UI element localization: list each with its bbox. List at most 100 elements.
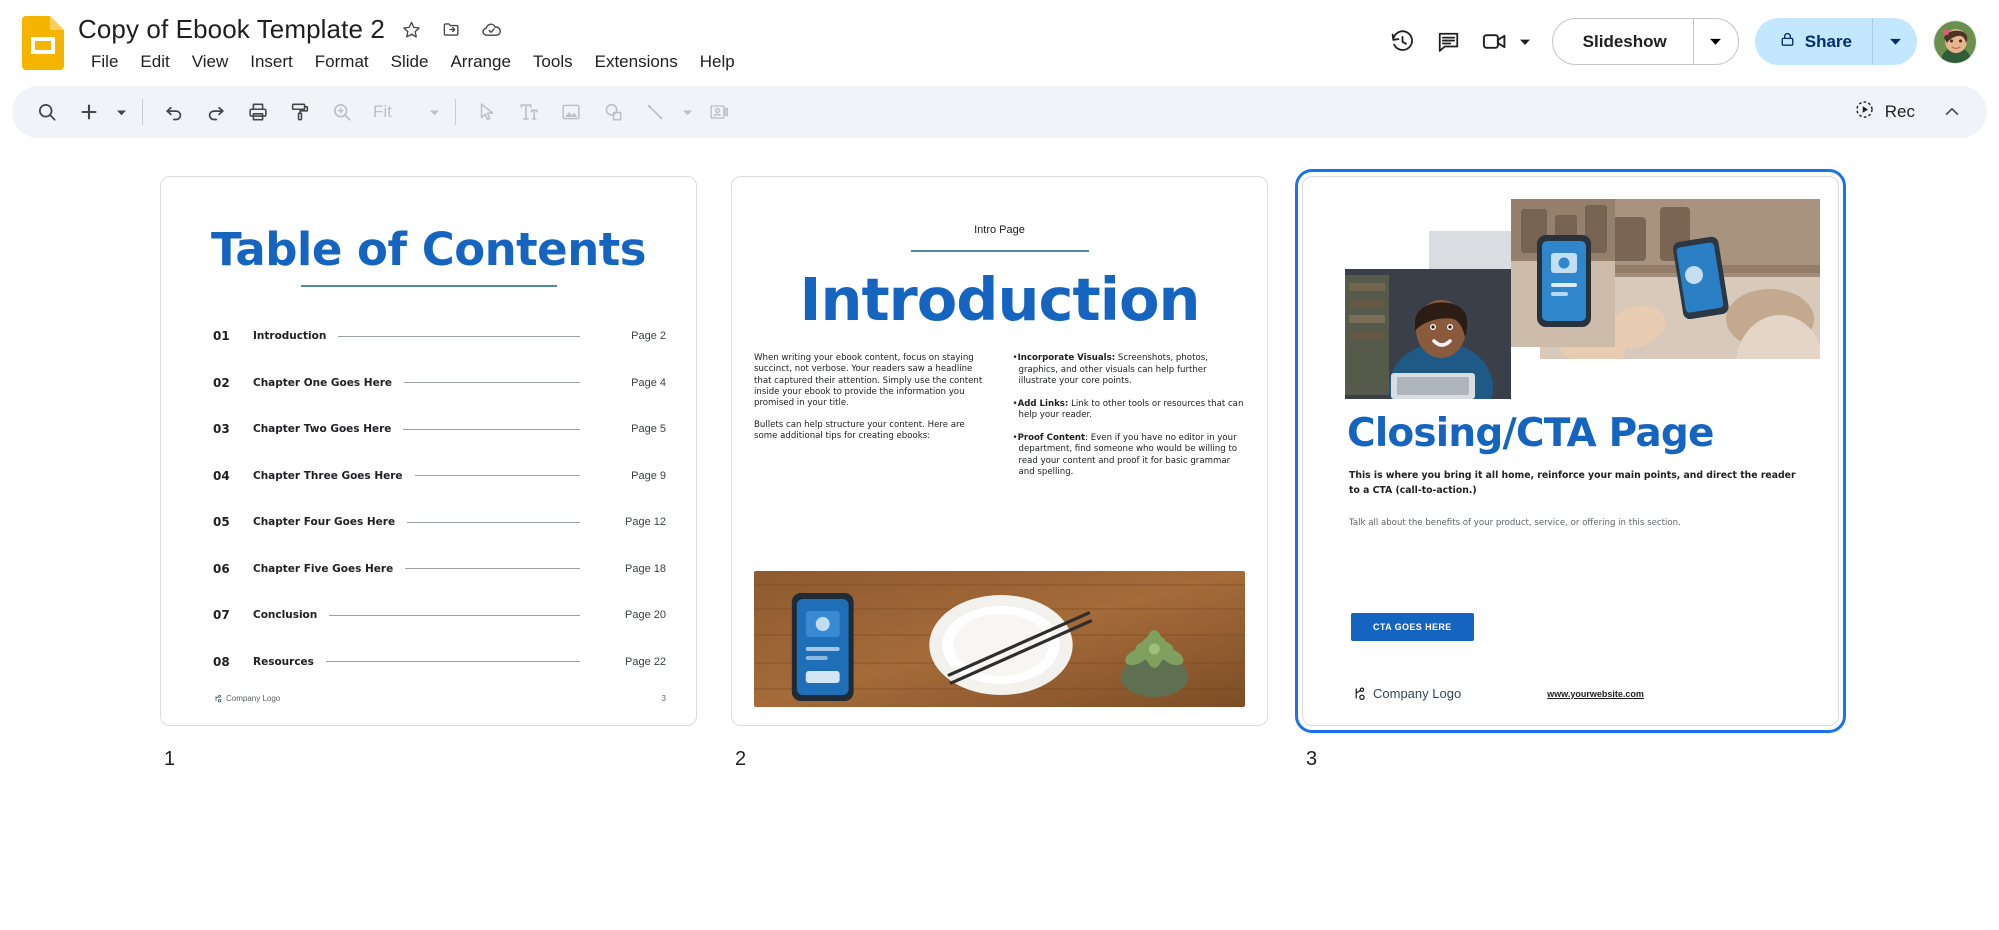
slide-3-body: Talk all about the benefits of your prod… — [1349, 518, 1681, 528]
slide-2-bullet-lead: Proof Content — [1017, 432, 1086, 443]
line-caret-icon[interactable] — [676, 91, 698, 133]
toc-page: Page 4 — [631, 376, 666, 389]
menu-format[interactable]: Format — [304, 49, 380, 75]
toc-label: Resources — [253, 655, 314, 668]
toc-page: Page 20 — [625, 609, 666, 622]
slide-1[interactable]: Table of Contents 01 Introduction Page 2… — [160, 176, 697, 726]
slide-number-3[interactable]: 3 — [1302, 748, 1839, 771]
star-icon[interactable] — [399, 16, 425, 42]
zoom-level-caret-icon[interactable] — [423, 91, 445, 133]
slide-1-title-rule — [300, 285, 557, 287]
title-and-menus: Copy of Ebook Template 2 File Edit View … — [78, 10, 1380, 75]
slides-app-icon[interactable] — [22, 16, 64, 70]
slide-3-footer: Company Logo www.yourwebsite.com — [1351, 686, 1798, 701]
shape-icon[interactable] — [592, 91, 634, 133]
toc-row: 07 Conclusion Page 20 — [213, 592, 666, 639]
sprocket-logo-icon — [1351, 686, 1366, 701]
redo-icon[interactable] — [195, 91, 237, 133]
print-icon[interactable] — [237, 91, 279, 133]
toc-row: 05 Chapter Four Goes Here Page 12 — [213, 499, 666, 546]
slide-2[interactable]: Intro Page Introduction When writing you… — [731, 176, 1268, 726]
insert-video-icon[interactable] — [698, 91, 740, 133]
slide-3[interactable]: Closing/CTA Page This is where you bring… — [1295, 169, 1846, 733]
slide-wrapper-1: Table of Contents 01 Introduction Page 2… — [160, 176, 697, 771]
slideshow-button-group: Slideshow — [1551, 18, 1739, 65]
toc-row: 01 Introduction Page 2 — [213, 313, 666, 360]
slide-number-2[interactable]: 2 — [731, 748, 1268, 771]
paint-format-icon[interactable] — [279, 91, 321, 133]
zoom-level-select[interactable]: Fit — [363, 102, 423, 122]
toc-page: Page 9 — [631, 469, 666, 482]
add-slide-icon[interactable] — [68, 91, 110, 133]
toc-page: Page 2 — [631, 330, 666, 343]
menu-slide[interactable]: Slide — [380, 49, 440, 75]
cta-button[interactable]: CTA GOES HERE — [1351, 613, 1474, 641]
lock-icon — [1779, 31, 1796, 53]
toc-number: 05 — [213, 515, 230, 530]
collapse-toolbar-icon[interactable] — [1931, 91, 1973, 133]
slide-3-title: Closing/CTA Page — [1347, 411, 1714, 456]
menu-insert[interactable]: Insert — [239, 49, 304, 75]
menu-arrange[interactable]: Arrange — [439, 49, 521, 75]
toc-number: 08 — [213, 654, 230, 669]
slide-2-bullet-lead: Add Links: — [1017, 398, 1069, 409]
title-row: Copy of Ebook Template 2 — [78, 12, 1380, 46]
slide-1-footer: Company Logo 3 — [213, 694, 666, 703]
slide-number-1[interactable]: 1 — [160, 748, 697, 771]
photo-phone-device — [1511, 199, 1615, 347]
toolbar: Fit Rec — [12, 86, 1987, 138]
toc-label: Chapter Three Goes Here — [253, 469, 403, 482]
toc-leader — [325, 661, 580, 663]
share-dropdown-icon[interactable] — [1873, 18, 1917, 65]
text-box-icon[interactable] — [508, 91, 550, 133]
toc-row: 04 Chapter Three Goes Here Page 9 — [213, 453, 666, 500]
toc-leader — [407, 521, 580, 523]
menu-view[interactable]: View — [181, 49, 240, 75]
menu-help[interactable]: Help — [689, 49, 746, 75]
slide-1-footer-logo: Company Logo — [213, 694, 280, 703]
slide-3-footer-logo: Company Logo — [1351, 686, 1461, 701]
move-to-folder-icon[interactable] — [439, 16, 465, 42]
slide-2-right-column: •Incorporate Visuals: Screenshots, photo… — [1013, 353, 1246, 490]
toc-leader — [405, 568, 580, 570]
line-icon[interactable] — [634, 91, 676, 133]
menu-extensions[interactable]: Extensions — [584, 49, 689, 75]
version-history-icon[interactable] — [1380, 19, 1426, 65]
zoom-icon[interactable] — [321, 91, 363, 133]
toc-row: 08 Resources Page 22 — [213, 639, 666, 686]
search-icon[interactable] — [26, 91, 68, 133]
document-title[interactable]: Copy of Ebook Template 2 — [78, 14, 385, 45]
slide-canvas: Table of Contents 01 Introduction Page 2… — [0, 138, 1999, 930]
rec-button[interactable]: Rec — [1838, 92, 1931, 132]
menu-file[interactable]: File — [80, 49, 129, 75]
insert-image-icon[interactable] — [550, 91, 592, 133]
toc-number: 02 — [213, 375, 230, 390]
slide-2-paragraph: When writing your ebook content, focus o… — [754, 353, 983, 409]
add-slide-caret-icon[interactable] — [110, 91, 132, 133]
sprocket-logo-icon — [213, 694, 222, 703]
slide-3-footer-url[interactable]: www.yourwebsite.com — [1547, 689, 1644, 699]
undo-icon[interactable] — [153, 91, 195, 133]
slide-2-eyebrow: Intro Page — [974, 224, 1025, 236]
toc-label: Chapter Four Goes Here — [253, 516, 396, 529]
toc-row: 02 Chapter One Goes Here Page 4 — [213, 360, 666, 407]
share-button[interactable]: Share — [1755, 18, 1872, 65]
toc-page: Page 22 — [625, 655, 666, 668]
toc-row: 06 Chapter Five Goes Here Page 18 — [213, 546, 666, 593]
meet-caret-icon[interactable] — [1514, 22, 1536, 62]
menu-edit[interactable]: Edit — [129, 49, 180, 75]
cloud-saved-icon[interactable] — [479, 16, 505, 42]
comment-icon[interactable] — [1426, 19, 1472, 65]
slideshow-dropdown-icon[interactable] — [1694, 19, 1738, 64]
slideshow-button[interactable]: Slideshow — [1553, 19, 1693, 64]
meet-icon[interactable] — [1472, 19, 1518, 65]
slide-2-photo — [754, 571, 1245, 707]
toc-leader — [404, 382, 580, 384]
select-cursor-icon[interactable] — [466, 91, 508, 133]
toc-label: Introduction — [253, 330, 327, 343]
menu-tools[interactable]: Tools — [522, 49, 584, 75]
toc-list: 01 Introduction Page 2 02 Chapter One Go… — [213, 313, 666, 685]
toc-page: Page 12 — [625, 516, 666, 529]
slide-2-bullet: •Incorporate Visuals: Screenshots, photo… — [1012, 353, 1208, 387]
user-avatar[interactable] — [1933, 19, 1977, 64]
